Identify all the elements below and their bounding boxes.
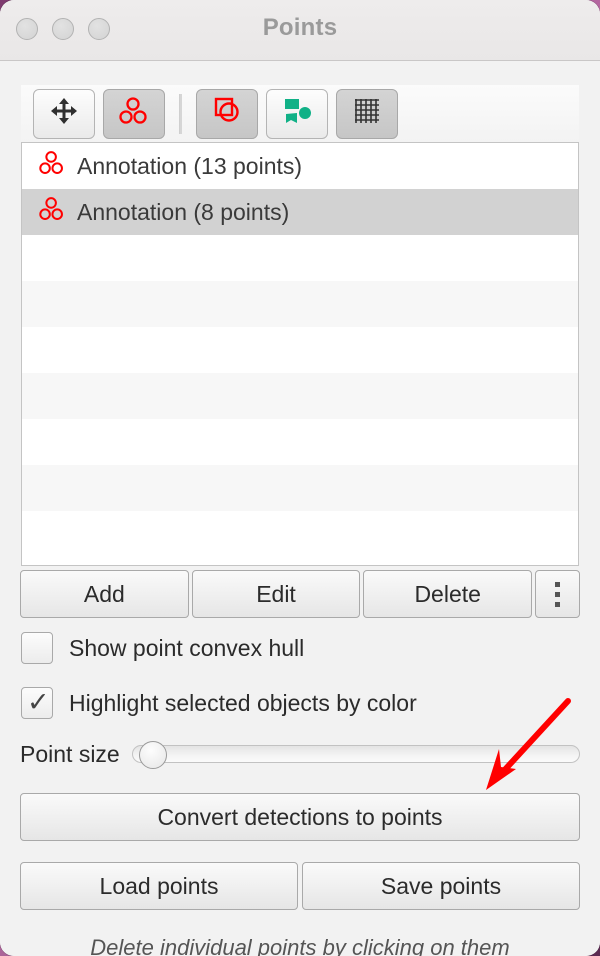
list-empty-row[interactable]: [22, 281, 578, 327]
highlight-selected-checkbox[interactable]: ✓: [21, 687, 53, 719]
highlight-selected-row[interactable]: ✓ Highlight selected objects by color: [21, 687, 417, 719]
three-circles-icon: [118, 96, 150, 131]
hint-text: Delete individual points by clicking on …: [0, 931, 600, 956]
points-window: Points Annotation (13 points) Annotation…: [0, 0, 600, 956]
toolbar: [21, 85, 579, 142]
list-action-buttons: Add Edit Delete: [20, 570, 581, 618]
list-empty-row[interactable]: [22, 235, 578, 281]
list-empty-row[interactable]: [22, 465, 578, 511]
grid-tool-button[interactable]: [336, 88, 398, 139]
point-size-slider[interactable]: [131, 741, 580, 769]
save-points-button[interactable]: Save points: [302, 862, 580, 910]
move-tool-button[interactable]: [33, 88, 95, 139]
shapes-overlap-tool-button[interactable]: [196, 88, 258, 139]
more-options-button[interactable]: [535, 570, 581, 618]
point-size-row: Point size: [20, 737, 580, 771]
grid-icon: [353, 97, 381, 130]
delete-button[interactable]: Delete: [363, 570, 533, 618]
checkmark-icon: ✓: [27, 687, 50, 717]
list-empty-row[interactable]: [22, 327, 578, 373]
highlight-selected-label: Highlight selected objects by color: [69, 689, 417, 716]
load-save-row: Load points Save points: [20, 862, 580, 910]
overlapping-shapes-icon: [211, 95, 243, 132]
list-empty-row[interactable]: [22, 419, 578, 465]
three-circles-icon: [37, 150, 67, 182]
convert-detections-button[interactable]: Convert detections to points: [20, 793, 580, 841]
toolbar-separator: [179, 93, 182, 134]
vertical-dots-icon: [555, 581, 561, 607]
show-convex-hull-label: Show point convex hull: [69, 634, 305, 661]
list-empty-row[interactable]: [22, 511, 578, 557]
list-item-label: Annotation (8 points): [77, 198, 290, 225]
window-title: Points: [262, 14, 338, 41]
green-objects-icon: [281, 96, 313, 131]
edit-button[interactable]: Edit: [191, 570, 361, 618]
list-item[interactable]: Annotation (8 points): [22, 189, 578, 235]
objects-tool-button[interactable]: [266, 88, 328, 139]
annotation-list[interactable]: Annotation (13 points) Annotation (8 poi…: [21, 142, 579, 566]
show-convex-hull-row[interactable]: Show point convex hull: [21, 632, 304, 664]
points-tool-button[interactable]: [103, 88, 165, 139]
show-convex-hull-checkbox[interactable]: [21, 632, 53, 664]
point-size-label: Point size: [20, 740, 120, 767]
move-arrows-icon: [49, 96, 79, 131]
window-titlebar: Points: [0, 0, 600, 61]
load-points-button[interactable]: Load points: [20, 862, 298, 910]
hint-line-1: Delete individual points by clicking on …: [90, 935, 510, 956]
list-empty-row[interactable]: [22, 373, 578, 419]
window-content: Annotation (13 points) Annotation (8 poi…: [0, 61, 600, 956]
add-button[interactable]: Add: [20, 570, 189, 618]
list-item-label: Annotation (13 points): [77, 152, 303, 179]
three-circles-icon: [37, 196, 67, 228]
point-size-slider-thumb[interactable]: [138, 741, 167, 769]
list-item[interactable]: Annotation (13 points): [22, 143, 578, 189]
